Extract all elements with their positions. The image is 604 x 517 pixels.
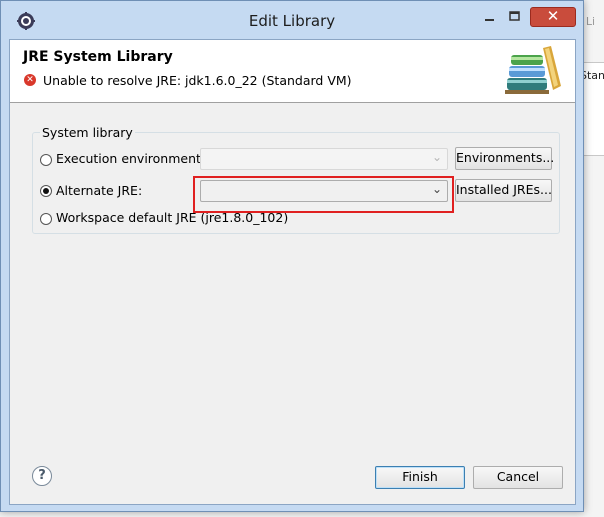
cancel-button[interactable]: Cancel: [473, 466, 563, 489]
books-icon: [505, 46, 561, 94]
error-icon: ✕: [24, 74, 36, 86]
execution-environment-label[interactable]: Execution environment:: [56, 151, 205, 166]
chevron-down-icon: ⌄: [431, 150, 442, 164]
close-icon: ✕: [546, 7, 560, 25]
header-title: JRE System Library: [23, 49, 173, 65]
group-label: System library: [40, 125, 135, 140]
workspace-default-jre-radio[interactable]: [40, 213, 52, 225]
execution-environment-radio[interactable]: [40, 154, 52, 166]
dialog-client-area: JRE System Library ✕ Unable to resolve J…: [9, 39, 576, 505]
maximize-button[interactable]: [504, 7, 526, 27]
error-message: Unable to resolve JRE: jdk1.6.0_22 (Stan…: [43, 73, 352, 88]
title-bar[interactable]: Edit Library ✕: [1, 1, 583, 39]
maximize-icon: [509, 11, 520, 21]
highlight-annotation: [193, 176, 454, 213]
alternate-jre-label[interactable]: Alternate JRE:: [56, 183, 142, 198]
close-button[interactable]: ✕: [530, 7, 576, 27]
edit-library-dialog: Edit Library ✕ JRE System Library ✕ Unab…: [0, 0, 584, 512]
alternate-jre-radio[interactable]: [40, 185, 52, 197]
dialog-header: JRE System Library ✕ Unable to resolve J…: [10, 40, 575, 103]
environments-button[interactable]: Environments...: [455, 147, 554, 170]
minimize-icon: [485, 19, 494, 21]
help-icon[interactable]: ?: [32, 466, 52, 486]
finish-button[interactable]: Finish: [375, 466, 465, 489]
installed-jres-button[interactable]: Installed JREs...: [455, 179, 552, 202]
minimize-button[interactable]: [479, 7, 501, 27]
execution-environment-combo[interactable]: ⌄: [200, 148, 448, 170]
